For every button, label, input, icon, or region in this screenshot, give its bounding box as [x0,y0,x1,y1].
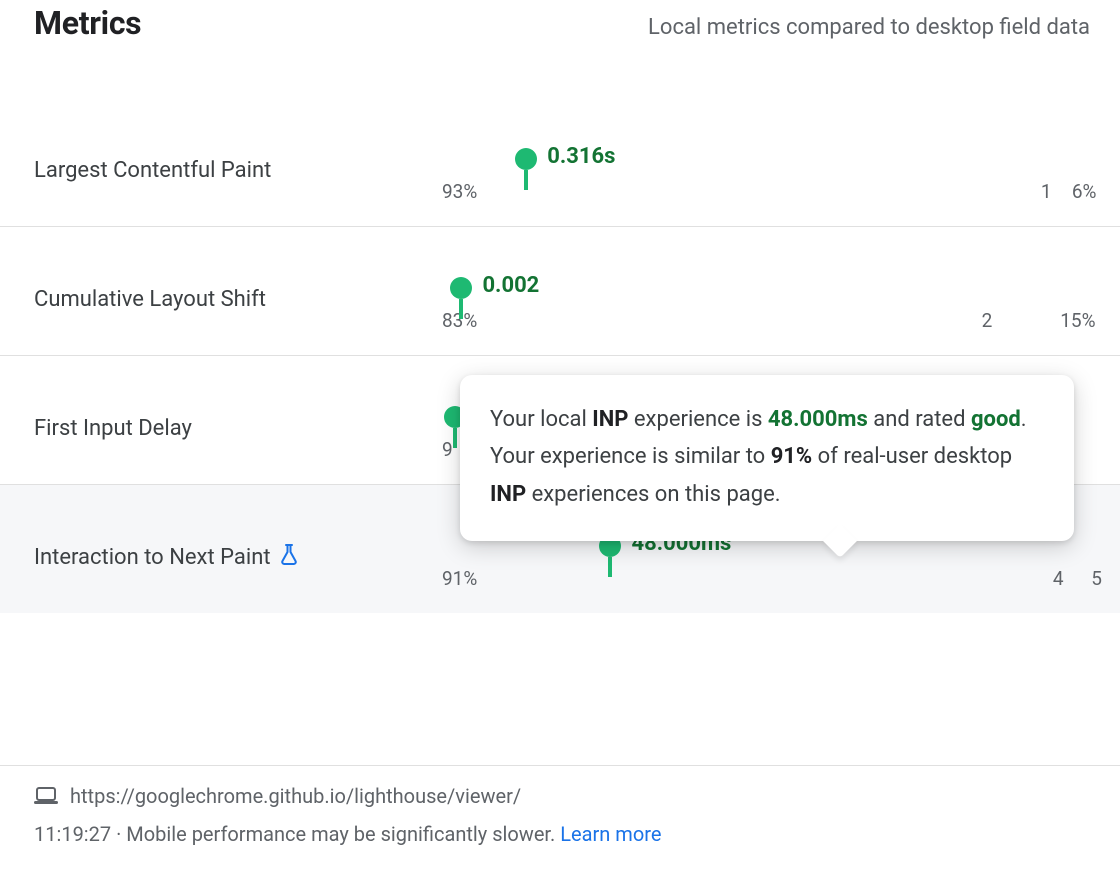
marker-ball [515,148,537,170]
segment-label: 4 [1038,567,1064,590]
metric-tooltip: Your local INP experience is 48.000ms an… [460,375,1074,541]
metric-name: Cumulative Layout Shift [34,287,442,312]
metric-name: First Input Delay [34,416,442,441]
metric-value: 0.316s [547,144,615,169]
timestamp: 11:19:27 [34,822,111,846]
page-title: Metrics [34,4,141,42]
metrics-header: Metrics Local metrics compared to deskto… [0,0,1120,42]
header-subtitle: Local metrics compared to desktop field … [648,15,1090,40]
segment-label: 1 [1041,180,1052,203]
time-row: 11:19:27 · Mobile performance may be sig… [34,822,1090,846]
segment-label: 15% [998,309,1095,332]
segment-label: 2 [979,309,992,332]
perf-note: Mobile performance may be significantly … [126,822,560,846]
tooltip-metric2: INP [490,482,526,507]
metric-name: Interaction to Next Paint [34,543,442,571]
value-marker: 0.002 [450,277,472,319]
marker-ball [450,277,472,299]
flask-icon [279,543,299,571]
value-marker: 0.316s [515,148,537,190]
segment-label: 91% [442,567,1032,590]
tooltip-text: Your local INP experience is 48.000ms an… [490,407,1027,507]
segment-label: 6% [1058,180,1097,203]
metric-name: Largest Contentful Paint [34,158,442,183]
learn-more-link[interactable]: Learn more [560,822,661,846]
distribution-bar: 91%4548.000ms [442,539,1090,575]
metric-row[interactable]: Cumulative Layout Shift83%215%0.002 [0,226,1120,355]
tooltip-value: 48.000ms [768,407,868,432]
segment-label: 5 [1070,567,1102,590]
metric-value: 0.002 [482,273,539,298]
tooltip-metric: INP [592,407,628,432]
metric-row[interactable]: Largest Contentful Paint93%16%0.316s [0,98,1120,226]
page-url: https://googlechrome.github.io/lighthous… [70,784,521,808]
footer: https://googlechrome.github.io/lighthous… [0,765,1120,870]
laptop-icon [34,786,58,806]
tooltip-percent: 91% [771,444,813,469]
value-marker: 48.000ms [599,535,621,577]
url-row: https://googlechrome.github.io/lighthous… [34,784,1090,808]
distribution-bar: 93%16%0.316s [442,152,1090,188]
tooltip-rating: good [971,407,1021,432]
distribution-bar: 83%215%0.002 [442,281,1090,317]
segment-label: 83% [442,309,973,332]
